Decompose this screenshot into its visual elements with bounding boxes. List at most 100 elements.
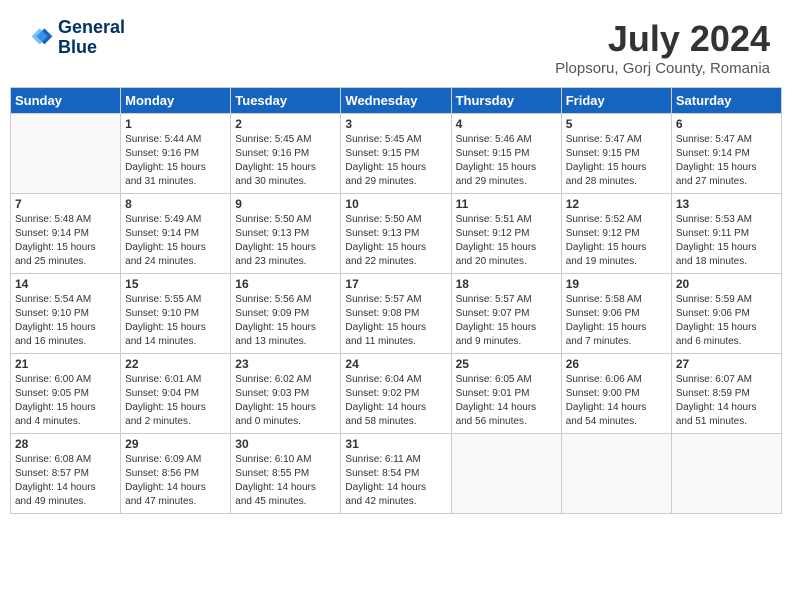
calendar-cell: 13 Sunrise: 5:53 AM Sunset: 9:11 PM Dayli… [671, 194, 781, 274]
calendar-table: SundayMondayTuesdayWednesdayThursdayFrid… [10, 87, 782, 514]
day-number: 7 [15, 197, 116, 211]
day-number: 13 [676, 197, 777, 211]
title-block: July 2024 Plopsoru, Gorj County, Romania [555, 18, 770, 77]
calendar-cell: 24 Sunrise: 6:04 AM Sunset: 9:02 PM Dayli… [341, 354, 451, 434]
day-number: 31 [345, 437, 446, 451]
calendar-cell: 21 Sunrise: 6:00 AM Sunset: 9:05 PM Dayli… [11, 354, 121, 434]
day-info: Sunrise: 5:45 AM Sunset: 9:15 PM Dayligh… [345, 133, 446, 189]
weekday-header-thursday: Thursday [451, 88, 561, 114]
calendar-cell: 6Sunrise: 5:47 AM Sunset: 9:14 PM Daylig… [671, 114, 781, 194]
calendar-cell: 15 Sunrise: 5:55 AM Sunset: 9:10 PM Dayli… [121, 274, 231, 354]
day-info: Sunrise: 6:04 AM Sunset: 9:02 PM Dayligh… [345, 373, 446, 429]
day-number: 20 [676, 277, 777, 291]
day-info: Sunrise: 6:10 AM Sunset: 8:55 PM Dayligh… [235, 453, 336, 509]
calendar-cell: 27Sunrise: 6:07 AM Sunset: 8:59 PM Dayli… [671, 354, 781, 434]
day-info: Sunrise: 6:01 AM Sunset: 9:04 PM Dayligh… [125, 373, 226, 429]
logo: General Blue [22, 18, 125, 58]
day-number: 18 [456, 277, 557, 291]
calendar-cell: 10 Sunrise: 5:50 AM Sunset: 9:13 PM Dayli… [341, 194, 451, 274]
calendar-cell: 1 Sunrise: 5:44 AM Sunset: 9:16 PM Daylig… [121, 114, 231, 194]
day-number: 3 [345, 117, 446, 131]
day-info: Sunrise: 5:56 AM Sunset: 9:09 PM Dayligh… [235, 293, 336, 349]
day-info: Sunrise: 5:53 AM Sunset: 9:11 PM Dayligh… [676, 213, 777, 269]
calendar-cell: 3 Sunrise: 5:45 AM Sunset: 9:15 PM Daylig… [341, 114, 451, 194]
week-row-1: 1 Sunrise: 5:44 AM Sunset: 9:16 PM Daylig… [11, 114, 782, 194]
day-number: 28 [15, 437, 116, 451]
weekday-header-friday: Friday [561, 88, 671, 114]
day-info: Sunrise: 5:45 AM Sunset: 9:16 PM Dayligh… [235, 133, 336, 189]
page-header: General Blue July 2024 Plopsoru, Gorj Co… [10, 10, 782, 81]
day-number: 8 [125, 197, 226, 211]
day-info: Sunrise: 5:44 AM Sunset: 9:16 PM Dayligh… [125, 133, 226, 189]
calendar-cell: 17 Sunrise: 5:57 AM Sunset: 9:08 PM Dayli… [341, 274, 451, 354]
day-number: 21 [15, 357, 116, 371]
calendar-cell: 18 Sunrise: 5:57 AM Sunset: 9:07 PM Dayli… [451, 274, 561, 354]
weekday-header-wednesday: Wednesday [341, 88, 451, 114]
day-info: Sunrise: 5:57 AM Sunset: 9:08 PM Dayligh… [345, 293, 446, 349]
day-info: Sunrise: 5:51 AM Sunset: 9:12 PM Dayligh… [456, 213, 557, 269]
calendar-cell: 9 Sunrise: 5:50 AM Sunset: 9:13 PM Daylig… [231, 194, 341, 274]
day-number: 25 [456, 357, 557, 371]
calendar-cell [561, 434, 671, 514]
week-row-2: 7 Sunrise: 5:48 AM Sunset: 9:14 PM Daylig… [11, 194, 782, 274]
calendar-cell [451, 434, 561, 514]
day-info: Sunrise: 5:54 AM Sunset: 9:10 PM Dayligh… [15, 293, 116, 349]
calendar-cell: 26 Sunrise: 6:06 AM Sunset: 9:00 PM Dayli… [561, 354, 671, 434]
calendar-cell: 4 Sunrise: 5:46 AM Sunset: 9:15 PM Daylig… [451, 114, 561, 194]
day-info: Sunrise: 6:11 AM Sunset: 8:54 PM Dayligh… [345, 453, 446, 509]
day-number: 29 [125, 437, 226, 451]
month-title: July 2024 [555, 18, 770, 60]
day-number: 1 [125, 117, 226, 131]
logo-text: General Blue [58, 18, 125, 58]
day-info: Sunrise: 6:08 AM Sunset: 8:57 PM Dayligh… [15, 453, 116, 509]
calendar-cell: 29 Sunrise: 6:09 AM Sunset: 8:56 PM Dayli… [121, 434, 231, 514]
day-info: Sunrise: 5:57 AM Sunset: 9:07 PM Dayligh… [456, 293, 557, 349]
day-number: 15 [125, 277, 226, 291]
day-number: 19 [566, 277, 667, 291]
day-info: Sunrise: 5:46 AM Sunset: 9:15 PM Dayligh… [456, 133, 557, 189]
week-row-3: 14Sunrise: 5:54 AM Sunset: 9:10 PM Dayli… [11, 274, 782, 354]
day-number: 12 [566, 197, 667, 211]
calendar-cell: 30 Sunrise: 6:10 AM Sunset: 8:55 PM Dayli… [231, 434, 341, 514]
calendar-cell: 5Sunrise: 5:47 AM Sunset: 9:15 PM Daylig… [561, 114, 671, 194]
day-info: Sunrise: 5:52 AM Sunset: 9:12 PM Dayligh… [566, 213, 667, 269]
weekday-header-saturday: Saturday [671, 88, 781, 114]
day-info: Sunrise: 5:50 AM Sunset: 9:13 PM Dayligh… [345, 213, 446, 269]
calendar-cell: 28 Sunrise: 6:08 AM Sunset: 8:57 PM Dayli… [11, 434, 121, 514]
weekday-header-tuesday: Tuesday [231, 88, 341, 114]
day-number: 9 [235, 197, 336, 211]
day-info: Sunrise: 5:48 AM Sunset: 9:14 PM Dayligh… [15, 213, 116, 269]
day-info: Sunrise: 5:50 AM Sunset: 9:13 PM Dayligh… [235, 213, 336, 269]
calendar-cell: 23Sunrise: 6:02 AM Sunset: 9:03 PM Dayli… [231, 354, 341, 434]
location: Plopsoru, Gorj County, Romania [555, 60, 770, 77]
day-number: 6 [676, 117, 777, 131]
weekday-header-sunday: Sunday [11, 88, 121, 114]
day-number: 4 [456, 117, 557, 131]
day-info: Sunrise: 6:06 AM Sunset: 9:00 PM Dayligh… [566, 373, 667, 429]
day-info: Sunrise: 5:55 AM Sunset: 9:10 PM Dayligh… [125, 293, 226, 349]
calendar-cell [671, 434, 781, 514]
day-info: Sunrise: 5:58 AM Sunset: 9:06 PM Dayligh… [566, 293, 667, 349]
day-number: 27 [676, 357, 777, 371]
calendar-cell: 31 Sunrise: 6:11 AM Sunset: 8:54 PM Dayli… [341, 434, 451, 514]
day-number: 30 [235, 437, 336, 451]
day-info: Sunrise: 6:02 AM Sunset: 9:03 PM Dayligh… [235, 373, 336, 429]
day-info: Sunrise: 5:47 AM Sunset: 9:15 PM Dayligh… [566, 133, 667, 189]
day-number: 10 [345, 197, 446, 211]
day-number: 24 [345, 357, 446, 371]
day-number: 11 [456, 197, 557, 211]
calendar-cell [11, 114, 121, 194]
week-row-5: 28 Sunrise: 6:08 AM Sunset: 8:57 PM Dayli… [11, 434, 782, 514]
day-info: Sunrise: 5:49 AM Sunset: 9:14 PM Dayligh… [125, 213, 226, 269]
day-number: 17 [345, 277, 446, 291]
calendar-cell: 25Sunrise: 6:05 AM Sunset: 9:01 PM Dayli… [451, 354, 561, 434]
day-info: Sunrise: 6:09 AM Sunset: 8:56 PM Dayligh… [125, 453, 226, 509]
calendar-cell: 11 Sunrise: 5:51 AM Sunset: 9:12 PM Dayli… [451, 194, 561, 274]
day-number: 2 [235, 117, 336, 131]
day-number: 26 [566, 357, 667, 371]
day-info: Sunrise: 6:00 AM Sunset: 9:05 PM Dayligh… [15, 373, 116, 429]
calendar-cell: 12 Sunrise: 5:52 AM Sunset: 9:12 PM Dayli… [561, 194, 671, 274]
calendar-cell: 8 Sunrise: 5:49 AM Sunset: 9:14 PM Daylig… [121, 194, 231, 274]
calendar-cell: 22 Sunrise: 6:01 AM Sunset: 9:04 PM Dayli… [121, 354, 231, 434]
day-number: 22 [125, 357, 226, 371]
